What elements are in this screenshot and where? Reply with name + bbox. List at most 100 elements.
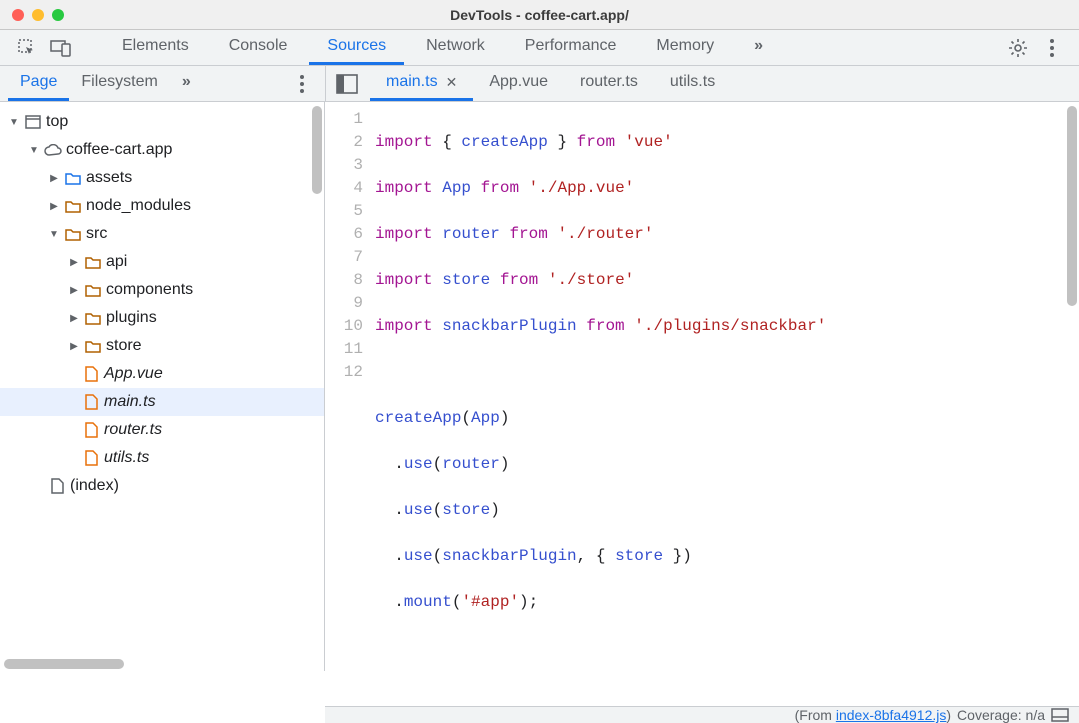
sources-content: ▼ top ▼ coffee-cart.app ▶ assets ▶ node_… xyxy=(0,102,1079,671)
folder-icon xyxy=(64,169,82,187)
navigator-header: Page Filesystem » xyxy=(0,66,325,101)
chevron-right-icon: ▶ xyxy=(68,257,80,268)
tree-app-vue[interactable]: App.vue xyxy=(0,360,324,388)
file-tab-label: main.ts xyxy=(386,73,438,91)
file-icon xyxy=(82,393,100,411)
tree-utils-ts[interactable]: utils.ts xyxy=(0,444,324,472)
file-icon xyxy=(82,365,100,383)
code-editor: 123456789101112 import { createApp } fro… xyxy=(325,102,1079,671)
tree-top[interactable]: ▼ top xyxy=(0,108,324,136)
tab-performance[interactable]: Performance xyxy=(507,30,635,65)
device-toolbar-icon[interactable] xyxy=(46,33,76,63)
tab-console[interactable]: Console xyxy=(211,30,306,65)
tree-label: plugins xyxy=(106,309,157,327)
folder-icon xyxy=(64,225,82,243)
tree-label: App.vue xyxy=(104,365,163,383)
chevron-right-icon: ▶ xyxy=(68,341,80,352)
cloud-icon xyxy=(44,141,62,159)
file-tab-label: router.ts xyxy=(580,73,638,91)
window-titlebar: DevTools - coffee-cart.app/ xyxy=(0,0,1079,30)
editor-scrollbar[interactable] xyxy=(1067,106,1077,306)
tab-sources[interactable]: Sources xyxy=(309,30,404,65)
tree-index[interactable]: (index) xyxy=(0,472,324,500)
navigator-tree[interactable]: ▼ top ▼ coffee-cart.app ▶ assets ▶ node_… xyxy=(0,102,325,671)
editor-footer: (From index-8bfa4912.js) Coverage: n/a xyxy=(325,706,1079,723)
tree-src[interactable]: ▼ src xyxy=(0,220,324,248)
folder-icon xyxy=(84,337,102,355)
file-tab-app-vue[interactable]: App.vue xyxy=(473,66,564,101)
sourcemap-from: (From index-8bfa4912.js) xyxy=(795,707,951,723)
sidebar-horizontal-scrollbar[interactable] xyxy=(4,659,124,669)
folder-icon xyxy=(64,197,82,215)
tree-api[interactable]: ▶ api xyxy=(0,248,324,276)
tab-network[interactable]: Network xyxy=(408,30,503,65)
sources-sub-toolbar: Page Filesystem » main.ts ✕ App.vue rout… xyxy=(0,66,1079,102)
tree-label: utils.ts xyxy=(104,449,149,467)
file-tab-label: utils.ts xyxy=(670,73,715,91)
navigator-tab-page[interactable]: Page xyxy=(8,66,69,101)
tree-domain[interactable]: ▼ coffee-cart.app xyxy=(0,136,324,164)
chevron-right-icon: ▶ xyxy=(68,313,80,324)
tree-label: coffee-cart.app xyxy=(66,141,172,159)
window-maximize-button[interactable] xyxy=(52,9,64,21)
tree-label: (index) xyxy=(70,477,119,495)
tree-label: main.ts xyxy=(104,393,156,411)
tree-label: router.ts xyxy=(104,421,162,439)
folder-icon xyxy=(84,253,102,271)
chevron-down-icon: ▼ xyxy=(48,229,60,240)
file-tab-main-ts[interactable]: main.ts ✕ xyxy=(370,66,473,101)
tree-node-modules[interactable]: ▶ node_modules xyxy=(0,192,324,220)
traffic-lights xyxy=(12,9,64,21)
more-tabs-icon[interactable]: » xyxy=(736,30,781,65)
sourcemap-link[interactable]: index-8bfa4912.js xyxy=(836,707,947,723)
navigator-tab-filesystem[interactable]: Filesystem xyxy=(69,66,169,101)
settings-gear-icon[interactable] xyxy=(1003,33,1033,63)
sidebar-scrollbar[interactable] xyxy=(312,106,322,194)
chevron-right-icon: ▶ xyxy=(48,201,60,212)
tab-memory[interactable]: Memory xyxy=(638,30,732,65)
tree-router-ts[interactable]: router.ts xyxy=(0,416,324,444)
inspect-element-icon[interactable] xyxy=(12,33,42,63)
kebab-menu-icon[interactable] xyxy=(1037,33,1067,63)
navigator-kebab-icon[interactable] xyxy=(287,69,317,99)
show-details-icon[interactable] xyxy=(1051,708,1069,722)
tree-assets[interactable]: ▶ assets xyxy=(0,164,324,192)
window-title: DevTools - coffee-cart.app/ xyxy=(450,7,629,23)
tab-elements[interactable]: Elements xyxy=(104,30,207,65)
navigator-more-tabs-icon[interactable]: » xyxy=(170,66,203,101)
window-minimize-button[interactable] xyxy=(32,9,44,21)
devtools-main-toolbar: Elements Console Sources Network Perform… xyxy=(0,30,1079,66)
close-icon[interactable]: ✕ xyxy=(446,74,458,91)
chevron-right-icon: ▶ xyxy=(68,285,80,296)
code-content[interactable]: import { createApp } from 'vue' import A… xyxy=(375,108,1079,706)
tree-components[interactable]: ▶ components xyxy=(0,276,324,304)
tree-label: assets xyxy=(86,169,132,187)
editor-tabs-header: main.ts ✕ App.vue router.ts utils.ts xyxy=(326,66,1079,101)
file-icon xyxy=(82,449,100,467)
tree-label: api xyxy=(106,253,127,271)
file-tab-label: App.vue xyxy=(489,73,548,91)
frame-icon xyxy=(24,113,42,131)
tree-label: store xyxy=(106,337,142,355)
folder-icon xyxy=(84,281,102,299)
tree-main-ts[interactable]: main.ts xyxy=(0,388,324,416)
tree-label: node_modules xyxy=(86,197,191,215)
code-area[interactable]: 123456789101112 import { createApp } fro… xyxy=(325,102,1079,706)
tree-label: top xyxy=(46,113,68,131)
chevron-down-icon: ▼ xyxy=(28,145,40,156)
chevron-down-icon: ▼ xyxy=(8,117,20,128)
tree-label: components xyxy=(106,281,193,299)
folder-icon xyxy=(84,309,102,327)
chevron-right-icon: ▶ xyxy=(48,173,60,184)
coverage-label: Coverage: n/a xyxy=(957,707,1045,723)
panel-tabs: Elements Console Sources Network Perform… xyxy=(104,30,781,65)
file-icon xyxy=(48,477,66,495)
tree-store[interactable]: ▶ store xyxy=(0,332,324,360)
file-tab-router-ts[interactable]: router.ts xyxy=(564,66,654,101)
line-numbers: 123456789101112 xyxy=(325,108,375,706)
tree-label: src xyxy=(86,225,107,243)
file-tab-utils-ts[interactable]: utils.ts xyxy=(654,66,731,101)
window-close-button[interactable] xyxy=(12,9,24,21)
tree-plugins[interactable]: ▶ plugins xyxy=(0,304,324,332)
toggle-navigator-icon[interactable] xyxy=(332,69,362,99)
